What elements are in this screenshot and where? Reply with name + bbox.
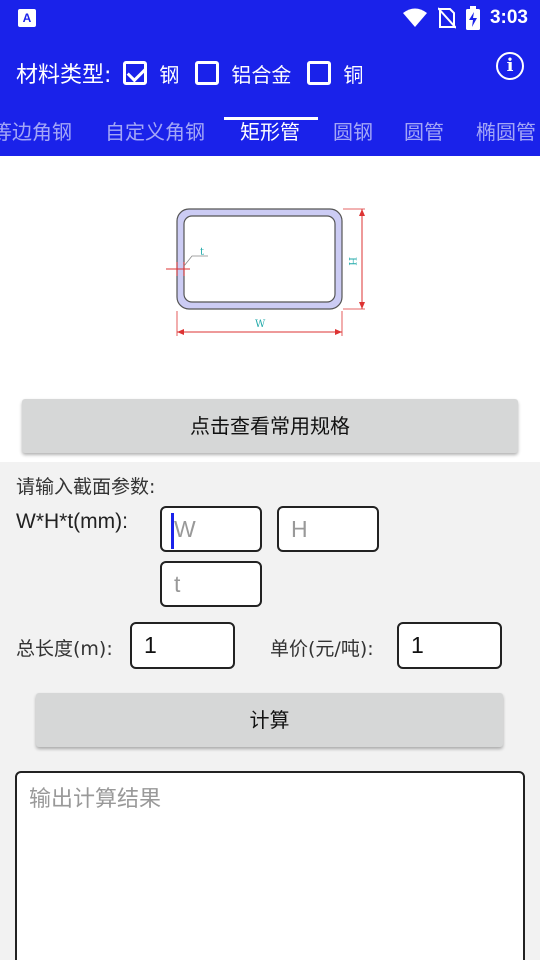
checkbox-copper-label[interactable]: 铜	[343, 59, 363, 88]
unit-price-input[interactable]: 1	[397, 622, 502, 669]
text-cursor	[171, 513, 174, 549]
tab-bar: 等边角钢 自定义角钢 矩形管 圆钢 圆管 椭圆管	[0, 108, 540, 156]
app-bar: 材料类型: 钢 铝合金 铜 i 等边角钢 自定义角钢 矩形管 圆钢 圆管 椭圆管	[0, 36, 540, 156]
tab-custom-angle[interactable]: 自定义角钢	[105, 116, 205, 145]
info-icon[interactable]: i	[496, 52, 524, 80]
thickness-placeholder: t	[174, 571, 181, 597]
calculate-button[interactable]: 计算	[36, 693, 503, 747]
common-specs-button[interactable]: 点击查看常用规格	[22, 399, 518, 453]
checkbox-copper[interactable]	[307, 61, 332, 85]
thickness-input[interactable]: t	[160, 561, 262, 607]
t-dimension-label: t	[200, 247, 204, 258]
total-length-label: 总长度(m):	[16, 638, 113, 660]
checkbox-aluminum-label[interactable]: 铝合金	[231, 59, 291, 88]
h-dimension-label: H	[346, 257, 357, 266]
height-placeholder: H	[291, 516, 308, 542]
width-input[interactable]: W	[160, 506, 262, 552]
total-length-input[interactable]: 1	[130, 622, 235, 669]
wifi-icon	[402, 8, 427, 27]
w-dimension-label: W	[255, 319, 266, 330]
checkbox-steel-label[interactable]: 钢	[159, 59, 179, 88]
tab-indicator	[224, 117, 318, 120]
battery-charging-icon	[465, 6, 480, 30]
material-type-row: 材料类型: 钢 铝合金 铜	[16, 56, 379, 90]
unit-price-label: 单价(元/吨):	[270, 638, 374, 660]
tab-round-steel[interactable]: 圆钢	[333, 116, 373, 145]
output-placeholder: 输出计算结果	[29, 787, 162, 812]
tab-round-tube[interactable]: 圆管	[404, 116, 444, 145]
height-input[interactable]: H	[277, 506, 379, 552]
wht-label: W*H*t(mm):	[16, 510, 128, 533]
tab-equal-angle[interactable]: 等边角钢	[0, 116, 72, 145]
unit-price-value: 1	[411, 632, 424, 658]
status-icons: 3:03	[402, 6, 528, 30]
output-result-area[interactable]: 输出计算结果	[15, 771, 525, 960]
tab-oval-tube[interactable]: 椭圆管	[476, 116, 536, 145]
total-length-value: 1	[144, 632, 157, 658]
tab-rectangular-tube[interactable]: 矩形管	[240, 116, 300, 145]
status-time: 3:03	[489, 7, 528, 28]
rectangular-tube-diagram: t H W	[166, 208, 365, 336]
checkbox-aluminum[interactable]	[195, 61, 220, 85]
section-params-prompt: 请输入截面参数:	[16, 476, 156, 498]
no-sim-icon	[437, 7, 456, 29]
width-placeholder: W	[174, 516, 196, 542]
material-type-label: 材料类型:	[16, 63, 112, 88]
status-bar: A 3:03	[0, 0, 540, 36]
checkbox-steel[interactable]	[123, 61, 148, 85]
app-notification-icon: A	[18, 9, 36, 27]
